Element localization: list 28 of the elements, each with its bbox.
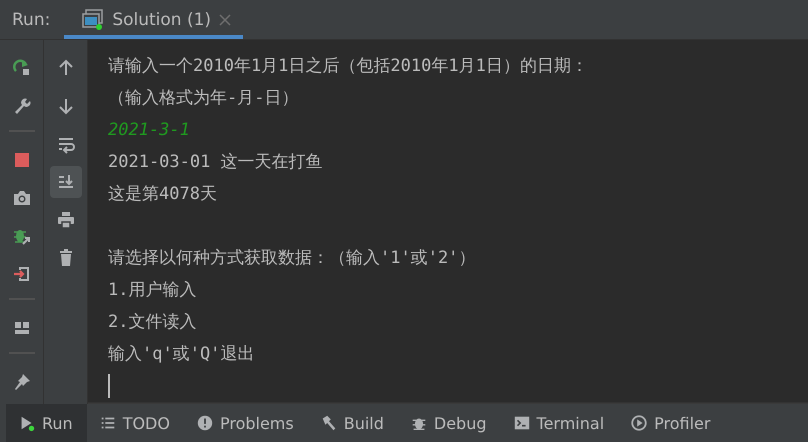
tool-window-tab[interactable]: Terminal — [500, 404, 618, 442]
console-output: 这是第4078天 — [108, 184, 217, 204]
console-output: 2021-03-01 这一天在打鱼 — [108, 152, 323, 172]
panel-label: Run: — [11, 10, 52, 30]
exit-icon — [12, 264, 32, 284]
printer-icon — [56, 210, 76, 230]
terminal-icon — [512, 414, 531, 432]
play-circle-icon — [630, 414, 648, 432]
console-output: 2.文件读入 — [108, 312, 196, 332]
tool-window-tab[interactable]: Debug — [398, 404, 501, 442]
tool-window-tab[interactable]: TODO — [86, 404, 184, 442]
tool-window-tab[interactable]: Build — [308, 404, 398, 442]
rerun-icon — [12, 58, 32, 78]
camera-icon — [12, 188, 32, 208]
tool-window-tab[interactable]: Run — [6, 404, 87, 442]
exclamation-icon — [196, 414, 214, 432]
console-output: 输入'q'或'Q'退出 — [108, 344, 254, 364]
toolbar-button[interactable] — [50, 166, 82, 198]
window-icon — [82, 8, 104, 30]
text-cursor — [108, 374, 110, 398]
console-output: 请输入一个2010年1月1日之后（包括2010年1月1日）的日期： — [108, 56, 588, 76]
tool-window-tab[interactable]: Profiler — [618, 404, 724, 442]
console-output: 1.用户输入 — [108, 280, 196, 300]
solution-tab[interactable]: Solution (1) — [64, 0, 244, 39]
console-output: （输入格式为年-月-日） — [108, 88, 298, 108]
console-output: 请选择以何种方式获取数据：（输入'1'或'2'） — [108, 248, 476, 268]
tool-window-tab[interactable]: Problems — [184, 404, 308, 442]
typed-text: 2021-3-1 — [108, 120, 190, 140]
